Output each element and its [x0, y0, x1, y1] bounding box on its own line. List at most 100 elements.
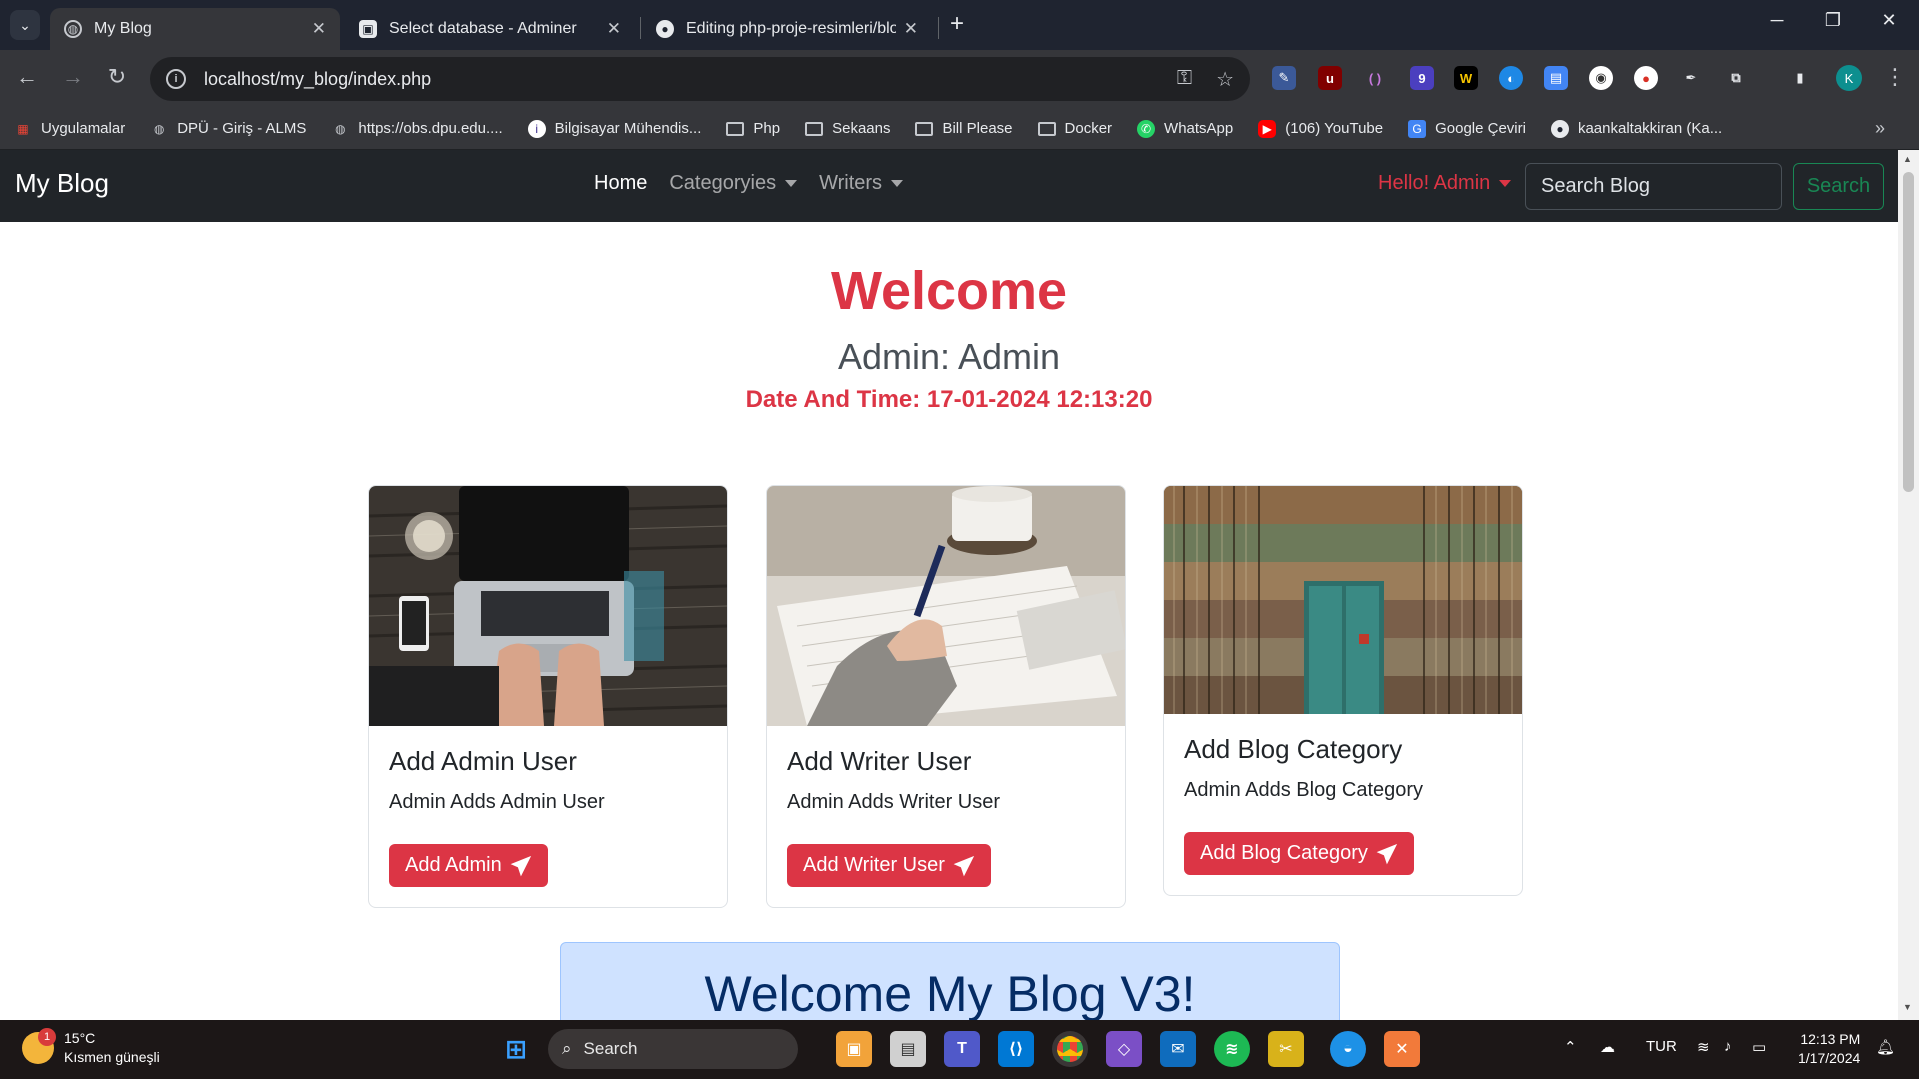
teams-icon[interactable]: T — [944, 1031, 980, 1067]
taskbar-search[interactable]: ⌕ Search — [548, 1029, 798, 1069]
notification-bell-icon[interactable]: 🔔︎ — [1876, 1038, 1895, 1056]
side-panel-icon[interactable]: ▮ — [1788, 66, 1812, 90]
bookmark-obs[interactable]: ◍ https://obs.dpu.edu.... — [331, 120, 503, 138]
volume-icon[interactable]: ♪ — [1724, 1038, 1732, 1055]
bookmark-star-icon[interactable]: ☆ — [1216, 67, 1234, 92]
back-icon[interactable]: ← — [12, 64, 42, 90]
record-icon[interactable]: ● — [1634, 66, 1658, 90]
nav-categories-dropdown[interactable]: Categoryies — [669, 172, 798, 195]
forward-icon[interactable]: → — [58, 64, 88, 90]
bookmark-folder-sekaans[interactable]: Sekaans — [805, 120, 890, 137]
tab-adminer[interactable]: ▣ Select database - Adminer ✕ — [345, 8, 635, 50]
password-key-icon[interactable]: ⚿ — [1177, 67, 1192, 92]
add-admin-button[interactable]: Add Admin — [389, 844, 548, 887]
card-text: Admin Adds Admin User — [389, 791, 605, 813]
tab-title: Select database - Adminer — [389, 20, 577, 37]
scroll-down-icon[interactable]: ▼ — [1903, 1002, 1912, 1012]
bookmark-folder-docker[interactable]: Docker — [1037, 120, 1112, 137]
bookmark-dpu-alms[interactable]: ◍ DPÜ - Giriş - ALMS — [150, 120, 306, 138]
pen-icon[interactable]: ✎ — [1272, 66, 1296, 90]
add-writer-button[interactable]: Add Writer User — [787, 844, 991, 887]
file-icon[interactable]: ▤ — [1544, 66, 1568, 90]
bookmark-google-ceviri[interactable]: G Google Çeviri — [1408, 119, 1526, 138]
circle-icon[interactable]: ◉ — [1589, 66, 1613, 90]
ublock-icon[interactable]: u — [1318, 66, 1342, 90]
browser-toolbar: ← → ↻ i localhost/my_blog/index.php ⚿ ☆ … — [0, 50, 1919, 108]
new-tab-icon[interactable]: + — [950, 10, 964, 38]
scroll-thumb[interactable] — [1903, 172, 1914, 492]
nav-home[interactable]: Home — [594, 172, 647, 195]
w-icon[interactable]: W — [1454, 66, 1478, 90]
laptop-desk-photo — [369, 486, 727, 726]
minimize-icon[interactable]: ─ — [1754, 10, 1800, 31]
tab-my-blog[interactable]: ◍ My Blog ✕ — [50, 8, 340, 50]
close-window-icon[interactable]: ✕ — [1866, 10, 1912, 31]
reload-icon[interactable]: ↻ — [102, 64, 132, 90]
banner-text: Welcome My Blog V3! — [704, 966, 1196, 1020]
close-tab-icon[interactable]: ✕ — [904, 19, 918, 39]
battery-icon[interactable]: ▭ — [1752, 1038, 1766, 1056]
dropper-icon[interactable]: ✒ — [1679, 66, 1703, 90]
profile-avatar[interactable]: K — [1836, 65, 1862, 91]
vscode-icon[interactable]: ⟨⟩ — [998, 1031, 1034, 1067]
spotify-icon[interactable]: ≋ — [1214, 1031, 1250, 1067]
translate-icon: G — [1408, 119, 1427, 138]
tab-separator — [640, 17, 641, 39]
snipping-tool-icon[interactable]: ✂ — [1268, 1031, 1304, 1067]
bookmark-youtube[interactable]: ▶ (106) YouTube — [1258, 119, 1383, 138]
close-tab-icon[interactable]: ✕ — [312, 19, 326, 39]
bookmark-uygulamalar[interactable]: ▦ Uygulamalar — [14, 120, 125, 138]
search-button[interactable]: Search — [1793, 163, 1884, 210]
xampp-icon[interactable]: ✕ — [1384, 1031, 1420, 1067]
file-explorer-icon[interactable]: ▤ — [890, 1031, 926, 1067]
site-info-icon[interactable]: i — [166, 69, 186, 89]
site-brand[interactable]: My Blog — [15, 168, 109, 199]
apps-grid-icon: ▦ — [17, 121, 29, 136]
bookmark-folder-bill-please[interactable]: Bill Please — [915, 120, 1013, 137]
blog-search-input[interactable] — [1525, 163, 1782, 210]
github-icon: ● — [656, 20, 674, 38]
tab-separator — [938, 17, 939, 39]
weather-widget[interactable]: 1 15°C Kısmen güneşli — [22, 1028, 160, 1067]
windows-start-icon[interactable]: ⊞ — [498, 1031, 534, 1067]
address-bar[interactable]: i localhost/my_blog/index.php ⚿ ☆ — [150, 57, 1250, 101]
bookmarks-overflow-icon[interactable]: » — [1875, 118, 1885, 139]
user-menu-dropdown[interactable]: Hello! Admin — [1378, 172, 1512, 195]
site-navbar: My Blog Home Categoryies Writers Hello! … — [0, 150, 1898, 222]
onedrive-icon[interactable]: ☁ — [1600, 1038, 1615, 1056]
wifi-icon[interactable]: ≋ — [1697, 1038, 1710, 1056]
visual-studio-icon[interactable]: ◇ — [1106, 1031, 1142, 1067]
tab-search-icon[interactable]: ⌄ — [10, 10, 40, 40]
youtube-icon: ▶ — [1258, 119, 1277, 138]
puzzle-icon[interactable]: ⧉ — [1724, 66, 1748, 90]
chrome-icon[interactable] — [1052, 1031, 1088, 1067]
button-label: Add Writer User — [803, 854, 945, 876]
office-icon[interactable]: ▣ — [836, 1031, 872, 1067]
docker-icon[interactable]: ◒ — [1330, 1031, 1366, 1067]
clock-time: 12:13 PM — [1800, 1031, 1861, 1047]
system-clock[interactable]: 12:13 PM 1/17/2024 — [1798, 1030, 1860, 1068]
mail-icon[interactable]: ✉ — [1160, 1031, 1196, 1067]
bookmark-folder-php[interactable]: Php — [726, 120, 780, 137]
page-scrollbar[interactable]: ▲ ▼ — [1898, 150, 1919, 1020]
tray-overflow-icon[interactable]: ⌃ — [1564, 1038, 1577, 1056]
extension-badge-icon[interactable]: 9 — [1410, 66, 1434, 90]
scroll-up-icon[interactable]: ▲ — [1903, 154, 1912, 164]
close-tab-icon[interactable]: ✕ — [607, 19, 621, 39]
language-indicator[interactable]: TUR — [1646, 1038, 1677, 1055]
bookmark-whatsapp[interactable]: ✆ WhatsApp — [1137, 119, 1233, 138]
globe-icon: ◍ — [64, 20, 82, 38]
brackets-icon[interactable]: ( ) — [1363, 66, 1387, 90]
windows-taskbar: 1 15°C Kısmen güneşli ⊞ ⌕ Search ▣ ▤ T ⟨… — [0, 1020, 1919, 1079]
bookmark-github[interactable]: ● kaankaltakkiran (Ka... — [1550, 119, 1722, 138]
nav-writers-dropdown[interactable]: Writers — [819, 172, 904, 195]
add-category-button[interactable]: Add Blog Category — [1184, 832, 1414, 875]
restore-icon[interactable]: ❐ — [1810, 10, 1856, 31]
button-label: Add Admin — [405, 854, 502, 876]
paper-plane-icon — [953, 855, 975, 876]
tab-github[interactable]: ● Editing php-proje-resimleri/blo ✕ — [642, 8, 932, 50]
edge-icon[interactable]: ◐ — [1499, 66, 1523, 90]
folder-icon — [726, 121, 745, 136]
more-menu-icon[interactable]: ⋮ — [1884, 64, 1906, 90]
bookmark-bilgisayar[interactable]: i Bilgisayar Mühendis... — [527, 119, 701, 138]
